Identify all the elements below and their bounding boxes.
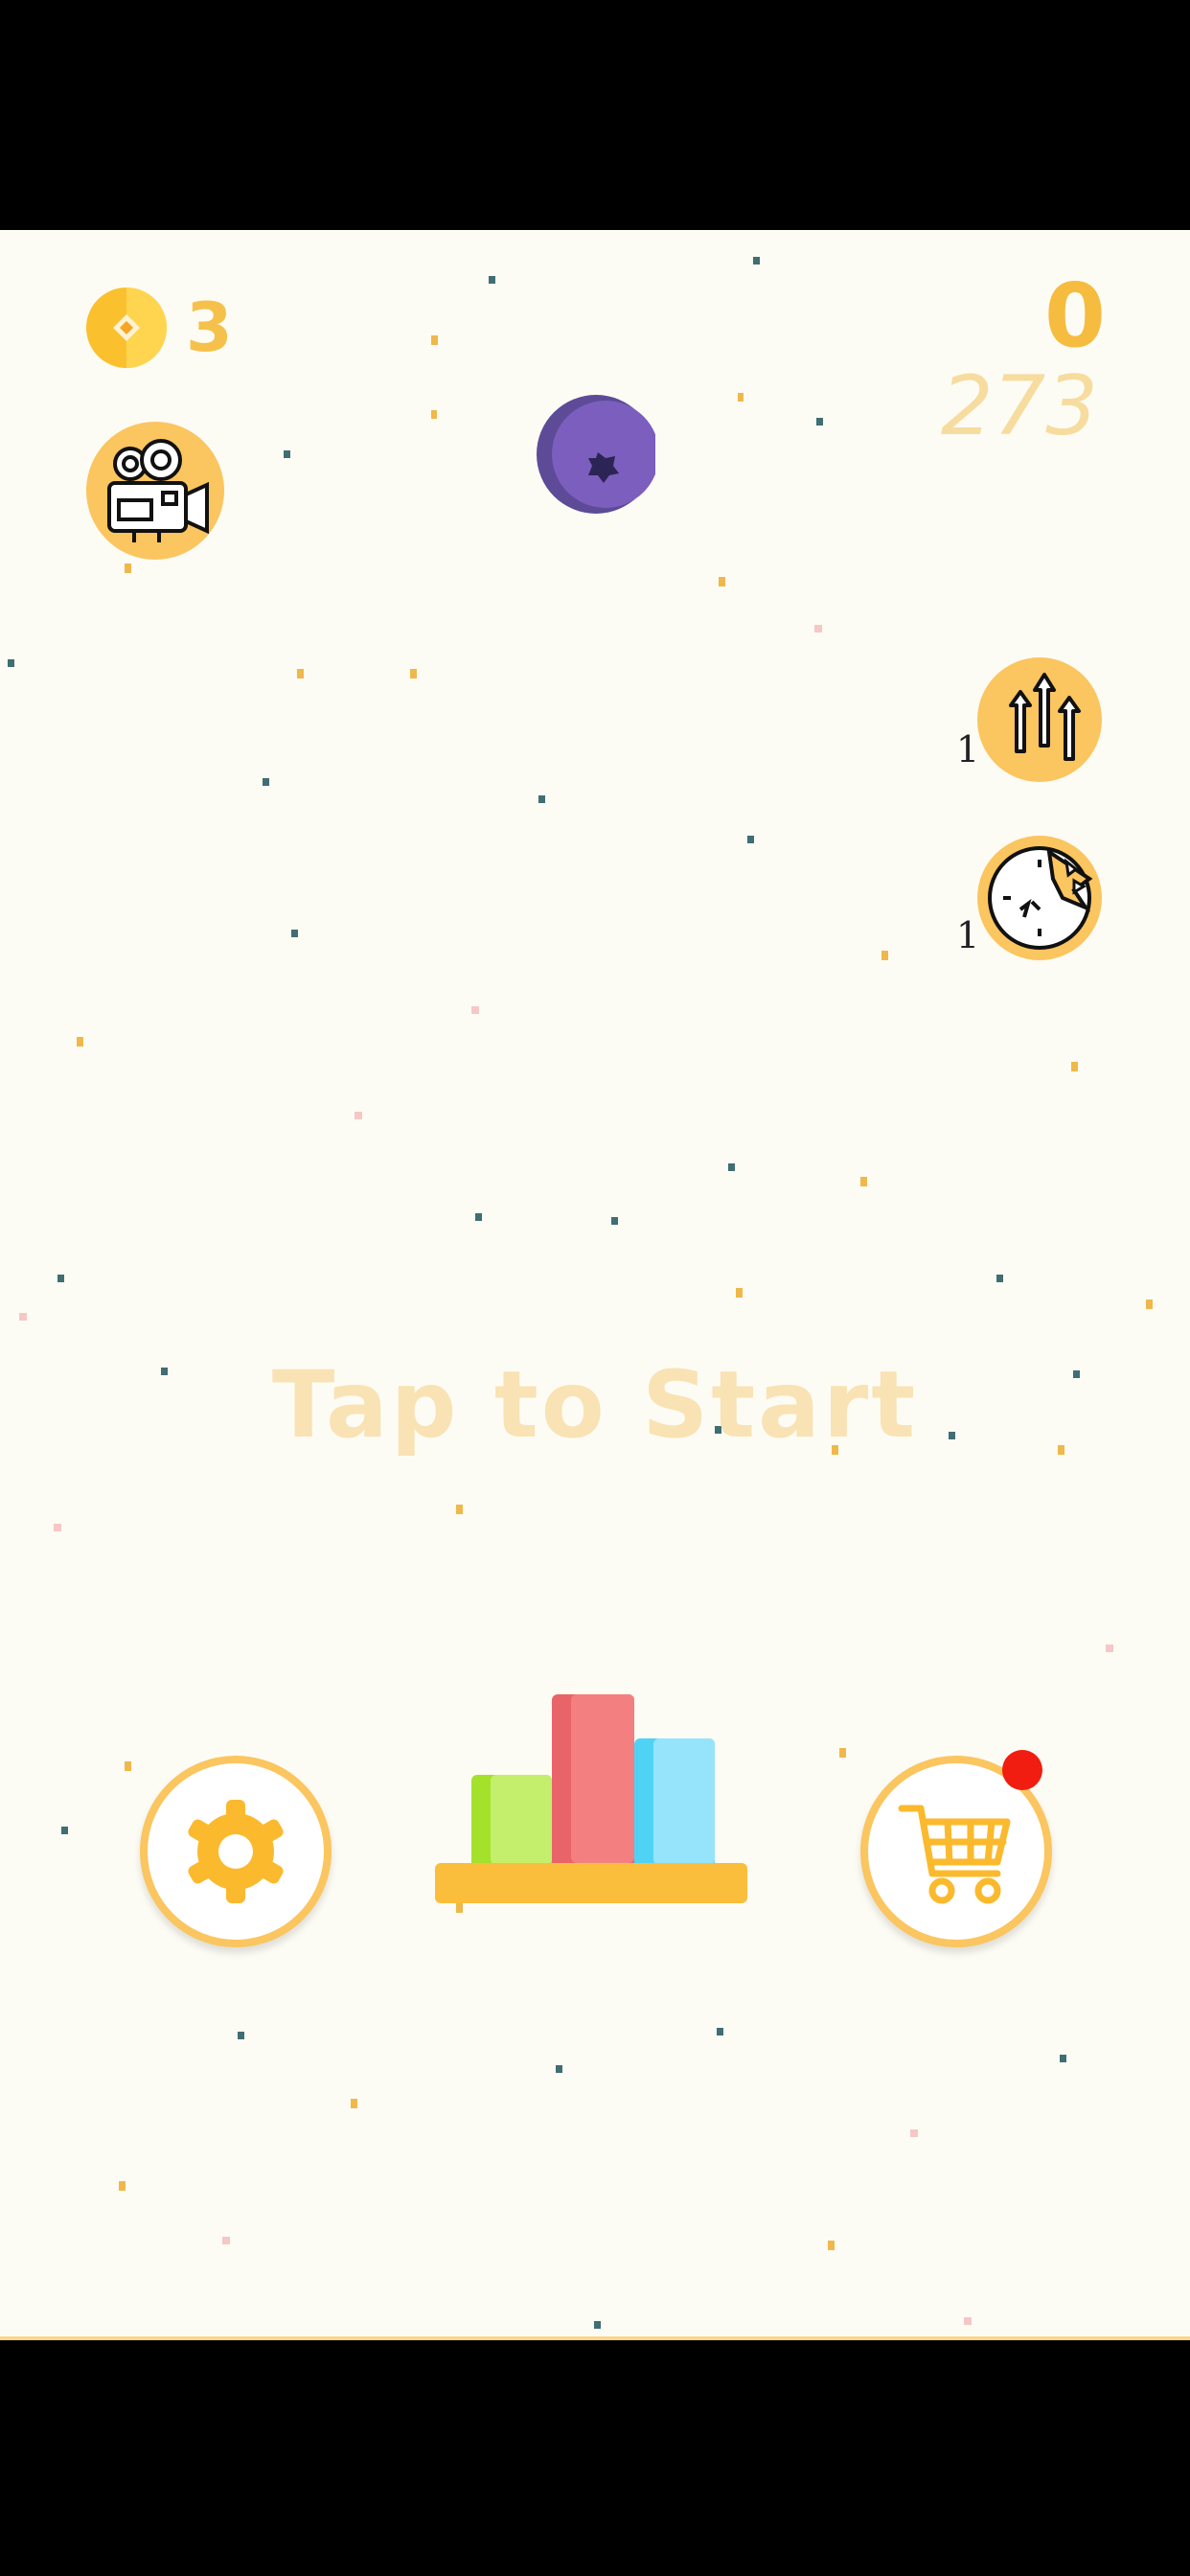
game-area[interactable]: 3 0 273 1 1 Tap to Start [0, 230, 1190, 2340]
up-arrows-icon [1009, 673, 1081, 761]
coin-counter: 3 [86, 288, 233, 368]
powerup-time-count: 1 [956, 914, 980, 956]
bottom-black-bar [0, 2344, 1190, 2576]
settings-button[interactable] [140, 1756, 332, 1947]
gear-icon [188, 1800, 284, 1903]
current-score: 0 [1043, 264, 1106, 367]
best-score: 273 [940, 358, 1098, 454]
powerup-boost-count: 1 [956, 728, 980, 770]
coin-count: 3 [186, 288, 233, 367]
powerup-boost[interactable] [977, 657, 1102, 782]
shopping-cart-icon [898, 1805, 1011, 1904]
coin-icon [86, 288, 167, 368]
floor-line [0, 2336, 1190, 2340]
powerup-time[interactable] [977, 836, 1102, 960]
video-camera-icon [107, 439, 209, 542]
watch-video-button[interactable] [86, 422, 224, 560]
tap-to-start-prompt[interactable]: Tap to Start [0, 1351, 1190, 1459]
leaderboard-button[interactable] [435, 1694, 747, 1905]
top-black-bar [0, 0, 1190, 230]
shop-notification-badge [1002, 1750, 1042, 1790]
broken-clock-icon [988, 846, 1093, 950]
purple-ball [537, 395, 655, 514]
